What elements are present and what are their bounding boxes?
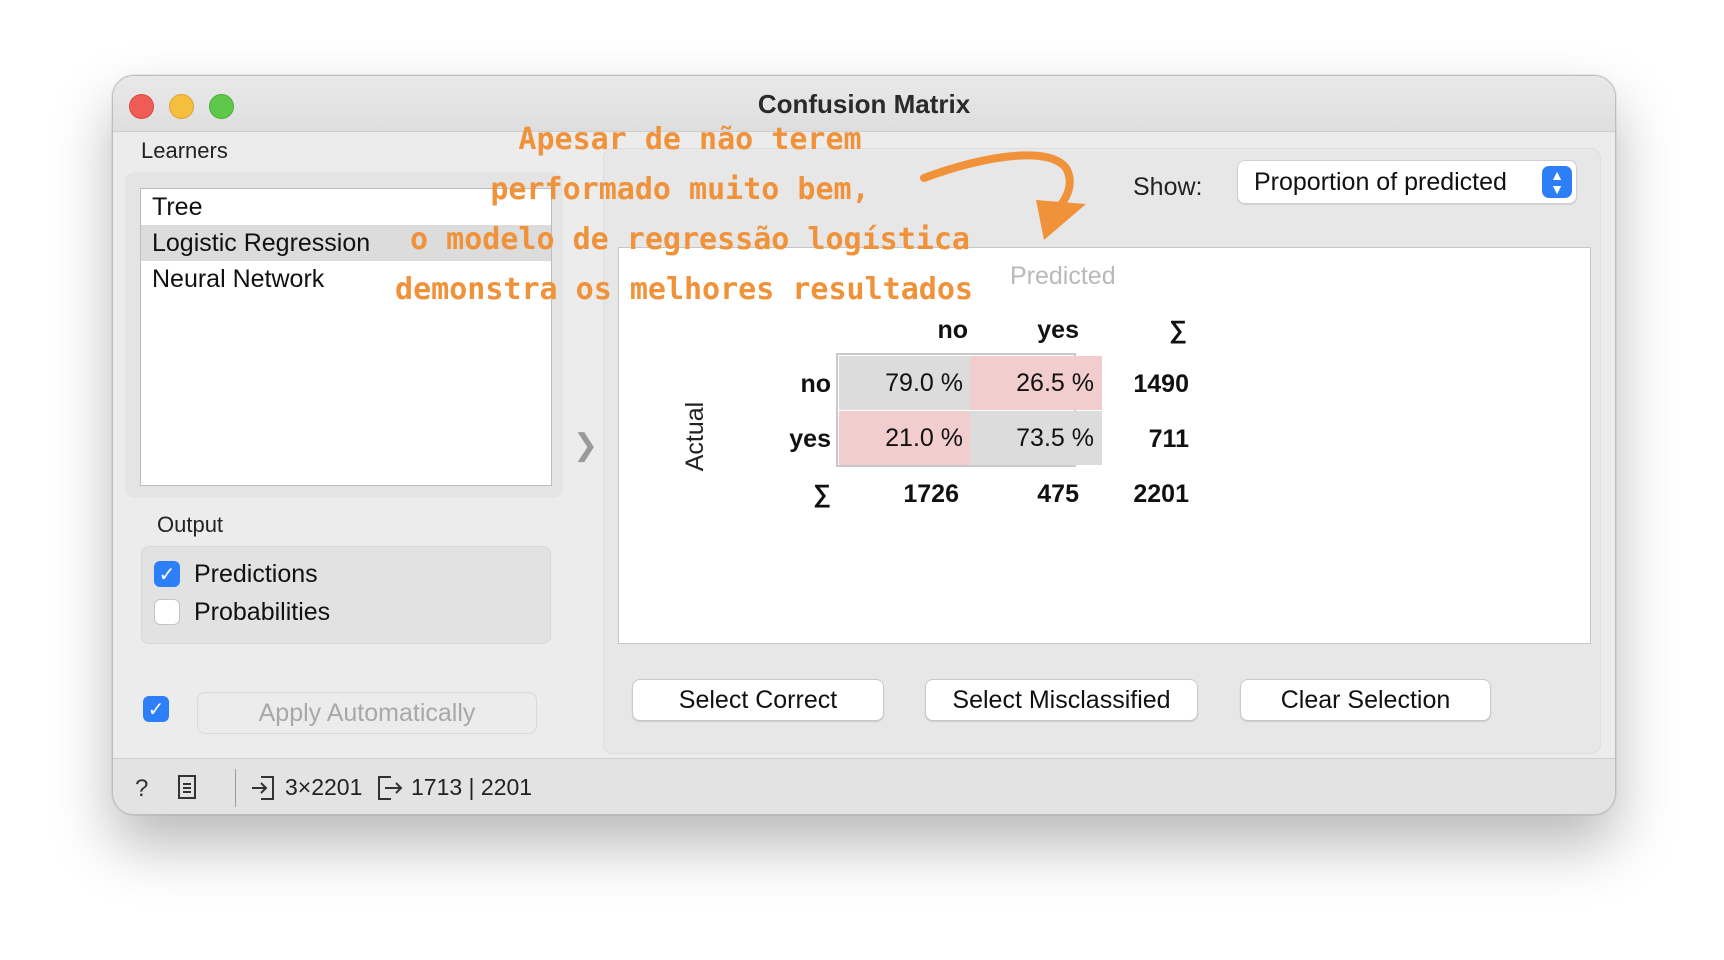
annotation-arrow-icon <box>920 151 1086 240</box>
col-header-yes: yes <box>1037 316 1079 344</box>
actual-axis-label: Actual <box>681 401 710 472</box>
col-total-yes: 475 <box>1037 480 1079 508</box>
chevron-right-icon[interactable]: ❯ <box>573 428 598 463</box>
predictions-label: Predictions <box>194 559 318 588</box>
report-icon[interactable] <box>177 775 199 808</box>
probabilities-label: Probabilities <box>194 597 331 626</box>
col-total-no: 1726 <box>903 480 959 508</box>
show-select[interactable]: Proportion of predicted ▲ ▼ <box>1237 160 1577 204</box>
grand-total: 2201 <box>1133 480 1189 508</box>
output-icon <box>377 775 403 808</box>
row-total-yes: 711 <box>1148 425 1189 453</box>
select-misclassified-button[interactable]: Select Misclassified <box>925 679 1198 721</box>
probabilities-option[interactable]: Probabilities <box>154 595 330 629</box>
apply-automatically-button[interactable]: Apply Automatically <box>197 692 537 734</box>
row-header-total: ∑ <box>813 480 831 508</box>
select-stepper-icon: ▲ ▼ <box>1542 166 1572 198</box>
status-bar: ? 3×2201 1713 | 2201 <box>113 758 1615 814</box>
predicted-axis-label: Predicted <box>1010 262 1116 290</box>
row-header-no: no <box>800 370 831 398</box>
cell-no-no[interactable]: 79.0 % <box>839 356 971 410</box>
show-select-value: Proportion of predicted <box>1254 168 1507 196</box>
clear-selection-button[interactable]: Clear Selection <box>1240 679 1491 721</box>
row-total-no: 1490 <box>1133 370 1189 398</box>
input-summary: 3×2201 <box>285 774 363 800</box>
apply-automatically-checkbox[interactable]: ✓ <box>143 696 169 722</box>
learners-label: Learners <box>141 138 228 163</box>
cell-yes-no[interactable]: 21.0 % <box>839 411 971 465</box>
cell-yes-yes[interactable]: 73.5 % <box>970 411 1102 465</box>
show-label: Show: <box>1133 173 1203 201</box>
window-title: Confusion Matrix <box>757 89 971 119</box>
annotation-line-4: demonstra os melhores resultados <box>395 272 973 307</box>
output-label: Output <box>157 512 224 537</box>
select-correct-button[interactable]: Select Correct <box>632 679 884 721</box>
help-icon[interactable]: ? <box>135 775 148 803</box>
status-divider <box>235 769 236 807</box>
probabilities-checkbox[interactable] <box>154 599 180 625</box>
cell-no-yes[interactable]: 26.5 % <box>970 356 1102 410</box>
annotation-line-3: o modelo de regressão logística <box>410 222 970 257</box>
predictions-checkbox[interactable]: ✓ <box>154 561 180 587</box>
col-header-no: no <box>937 316 968 344</box>
output-summary: 1713 | 2201 <box>411 774 533 800</box>
annotation-line-1: Apesar de não terem <box>518 122 862 157</box>
input-icon <box>251 775 275 808</box>
output-group: ✓ Predictions Probabilities <box>141 546 551 644</box>
annotation-line-2: performado muito bem, <box>490 172 870 207</box>
col-header-total: ∑ <box>1169 316 1187 344</box>
predictions-option[interactable]: ✓ Predictions <box>154 557 318 591</box>
row-header-yes: yes <box>789 425 831 453</box>
